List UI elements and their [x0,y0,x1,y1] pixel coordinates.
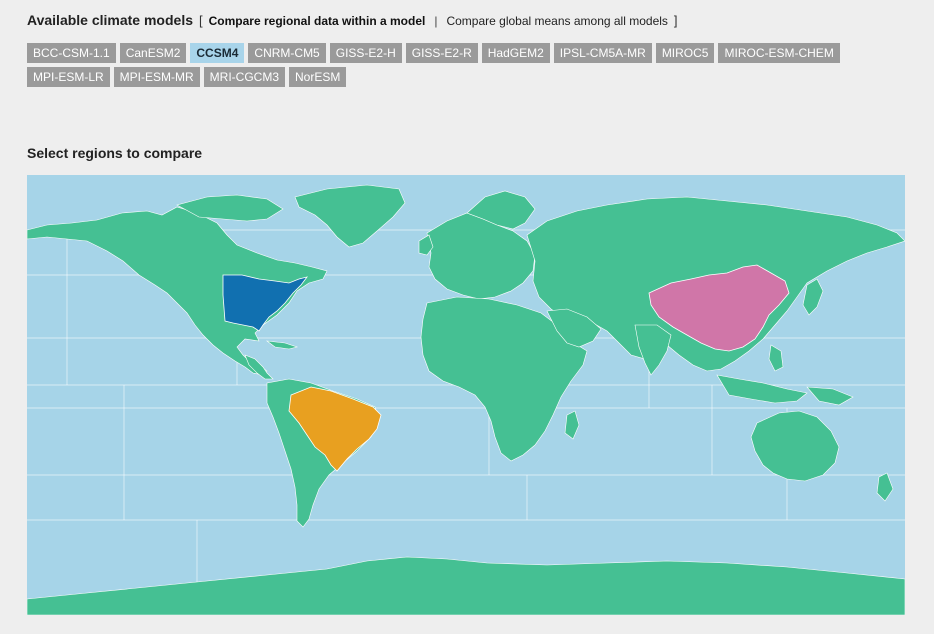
tab-separator: | [434,14,438,28]
model-button-ccsm4[interactable]: CCSM4 [190,43,245,63]
model-button-miroc-esm-chem[interactable]: MIROC-ESM-CHEM [718,43,840,63]
world-map-svg [27,184,905,615]
model-button-giss-e2-r[interactable]: GISS-E2-R [405,43,478,63]
model-button-mpi-esm-lr[interactable]: MPI-ESM-LR [27,67,110,87]
model-button-bcc-csm[interactable]: BCC-CSM-1.1 [27,43,116,63]
caribbean[interactable] [265,340,299,350]
model-button-noresm[interactable]: NorESM [289,67,347,87]
model-button-hadgem2[interactable]: HadGEM2 [481,43,550,63]
header-bar: Available climate models [ Compare regio… [27,12,684,28]
world-map[interactable] [27,175,905,615]
antarctica[interactable] [27,556,905,615]
india[interactable] [634,324,672,376]
model-button-canesm2[interactable]: CanESM2 [119,43,187,63]
australia[interactable] [750,410,840,482]
page-title: Available climate models [27,12,193,28]
tab-global[interactable]: Compare global means among all models [446,14,667,28]
philippines[interactable] [768,344,784,372]
close-bracket: ] [673,13,678,28]
madagascar[interactable] [564,410,580,440]
model-button-mpi-esm-mr[interactable]: MPI-ESM-MR [113,67,200,87]
model-button-mri-cgcm3[interactable]: MRI-CGCM3 [203,67,285,87]
tab-regional[interactable]: Compare regional data within a model [209,14,426,28]
new-guinea[interactable] [806,386,854,406]
model-button-cnrm-cm5[interactable]: CNRM-CM5 [248,43,326,63]
region-united-states[interactable] [222,274,308,332]
new-zealand[interactable] [876,472,894,502]
regions-title: Select regions to compare [27,145,203,161]
greenland[interactable] [294,184,406,248]
model-list: BCC-CSM-1.1 CanESM2 CCSM4 CNRM-CM5 GISS-… [27,43,887,87]
model-button-giss-e2-h[interactable]: GISS-E2-H [329,43,402,63]
open-bracket: [ [199,13,203,28]
model-button-ipsl-cm5a-mr[interactable]: IPSL-CM5A-MR [553,43,652,63]
model-button-miroc5[interactable]: MIROC5 [655,43,715,63]
southeast-asia[interactable] [716,374,808,404]
